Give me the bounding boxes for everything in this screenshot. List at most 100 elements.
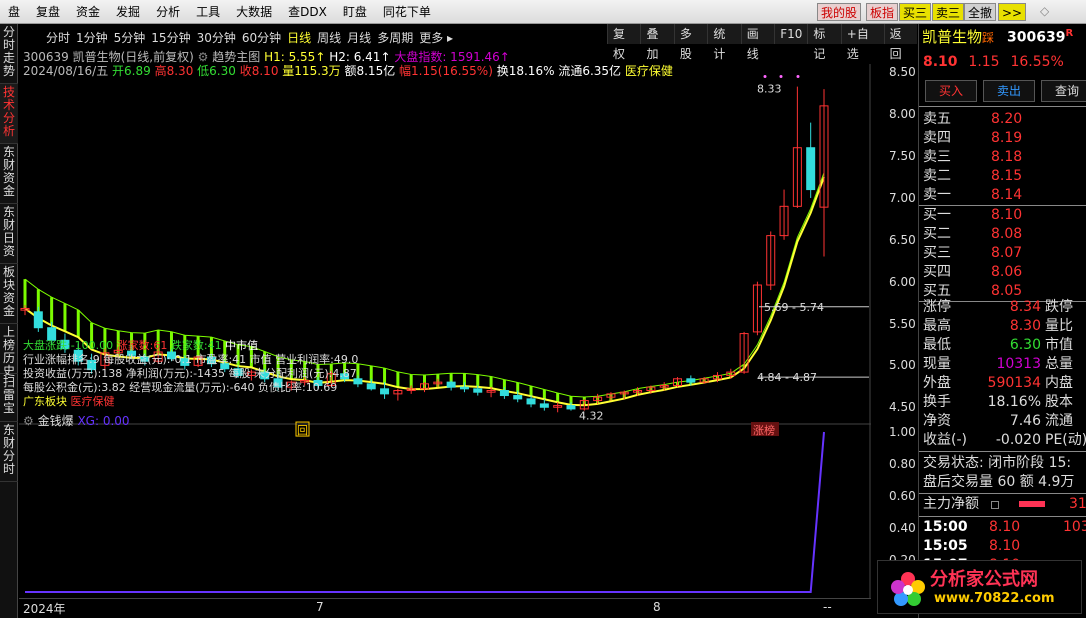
signal-dot [779,75,783,79]
watermark-logo: 分析家公式网 www.70822.com [877,560,1082,614]
stat-row-3: 现量 10313 总量 [923,356,1073,372]
mid-annotation: 5.69 - 5.74 [764,301,824,314]
tab-eastmoney-daily[interactable]: 东财日资 [0,204,18,264]
period-weekly[interactable]: 周线 [314,28,344,48]
sell-button[interactable]: 卖出 [983,80,1035,102]
period-5min[interactable]: 5分钟 [111,28,149,48]
time-label-end: -- [823,600,832,614]
menu-item-ddx[interactable]: 查DDX [280,0,335,24]
menu-bar: 盘 复盘 资金 发掘 分析 工具 大数据 查DDX 盯盘 同花下单 我的股 板指… [0,0,1086,24]
price-tick-label: 6.50 [889,232,916,247]
menu-item-fenxi[interactable]: 分析 [148,0,188,24]
tab-board-history[interactable]: 上榜历史 [0,324,18,378]
period-more[interactable]: 更多 ▸ [416,28,456,48]
period-intraday[interactable]: 分时 [43,28,73,48]
menu-item-fupan[interactable]: 复盘 [28,0,68,24]
current-quote: 8.10 1.15 16.55% [923,54,1064,70]
board-index-button[interactable]: 板指 [866,3,899,21]
f10-button[interactable]: F10 [774,24,807,44]
menu-item-0[interactable]: 盘 [0,0,28,24]
cancel-all-button[interactable]: 全撤 [964,3,997,21]
period-60min[interactable]: 60分钟 [239,28,284,48]
time-label-aug: 8 [653,600,661,614]
fundamentals-line-4: 每股公积金(元):3.82 经营现金流量(万元):-640 负债比率:10.69 [23,381,338,394]
tab-technical[interactable]: 技术分析 [0,84,18,144]
period-30min[interactable]: 30分钟 [194,28,239,48]
sub-indicator-name[interactable]: 金钱爆 [38,414,74,428]
menu-item-dingpan[interactable]: 盯盘 [335,0,375,24]
candle-body [499,390,509,397]
sell-level-2[interactable]: 卖二 8.15 [923,167,1083,186]
restore-rights-button[interactable]: 复权 [607,24,640,61]
menu-item-fajue[interactable]: 发掘 [108,0,148,24]
period-daily[interactable]: 日线 [284,28,314,48]
buy-button[interactable]: 买入 [925,80,977,102]
tab-eastmoney-fund[interactable]: 东财资金 [0,144,18,204]
query-button[interactable]: 查询 [1041,80,1086,102]
tick-row: 15:05 8.10 [923,538,1021,554]
candlestick-chart[interactable]: 8.33 5.69 - 5.74 4.84 - 4.87 4.32 涨榜 回 [19,64,871,599]
period-monthly[interactable]: 月线 [344,28,374,48]
period-15min[interactable]: 15分钟 [148,28,193,48]
price-tick-label: 7.50 [889,149,916,164]
menu-item-xiadan[interactable]: 同花下单 [375,0,439,24]
candle-body [806,147,816,191]
window-restore-icon[interactable]: ◇ [1040,4,1056,20]
tab-eastmoney-intraday[interactable]: 东财分时 [0,422,18,482]
menu-item-zijin[interactable]: 资金 [68,0,108,24]
period-1min[interactable]: 1分钟 [73,28,111,48]
chart-area[interactable]: 分时 1分钟 5分钟 15分钟 30分钟 60分钟 日线 周线 月线 多周期 更… [19,24,917,618]
sub-tick-label: 0.60 [889,489,916,503]
price-tick-label: 5.50 [889,316,916,331]
overlay-button[interactable]: 叠加 [640,24,673,61]
buy-level-4[interactable]: 买四 8.06 [923,263,1083,282]
statistics-button[interactable]: 统计 [707,24,740,61]
stat-row-2: 最低 6.30 市值 [923,337,1073,353]
sub-indicator-value: XG: 0.00 [77,414,130,428]
sell-level-4[interactable]: 卖四 8.19 [923,129,1083,148]
add-watchlist-button[interactable]: +自选 [840,24,884,61]
down-count: 跌家数:41 [170,339,222,352]
up-count: 涨家数:61 [116,339,168,352]
stat-row-5: 换手 18.16% 股本 [923,394,1073,410]
more-quick-button[interactable]: >> [998,3,1027,21]
buy-three-button[interactable]: 买三 [899,3,932,21]
menu-item-dashuju[interactable]: 大数据 [228,0,280,24]
buy-level-2[interactable]: 买二 8.08 [923,225,1083,244]
flow-toggle-icon[interactable] [991,501,999,509]
fundamentals-line-3: 投资收益(万元):138 净利润(万元):-1435 每股 未分配利润(元):4… [23,367,357,380]
stat-row-6: 净资 7.46 流通 [923,413,1073,429]
candle-body [459,386,469,390]
fundamentals-line-2: 行业涨幅排名:9 每股收益(元):-0.1 市盈率:41 市值 营业利润率:49… [23,353,359,366]
sell-level-5[interactable]: 卖五 8.20 [923,110,1083,129]
chart-toolbar: 复权 叠加 多股 统计 画线 F10 标记 +自选 返回 [607,24,917,61]
quote-panel: 凯普生物踩 300639R 8.10 1.15 16.55% 买入 卖出 查询 … [877,24,1086,618]
high-annotation: 8.33 [757,83,782,96]
tab-mine-sweeper[interactable]: 扫雷宝 [0,374,18,422]
signal-dot [763,75,767,79]
sub-tick-label: 0.40 [889,521,916,535]
sell-level-1[interactable]: 卖一 8.14 [923,186,1083,205]
buy-level-1[interactable]: 买一 8.10 [923,206,1083,225]
draw-line-button[interactable]: 画线 [740,24,774,61]
multi-stock-button[interactable]: 多股 [673,24,707,61]
industry-sector: 医疗保健 [70,395,115,408]
price-tick-label: 4.50 [889,400,916,415]
time-axis: 2024年 7 8 -- [19,598,871,616]
time-label-year: 2024年 [23,602,66,616]
sell-level-3[interactable]: 卖三 8.18 [923,148,1083,167]
limit-up-badge: 涨榜 [753,423,775,437]
market-change: 大盘涨跌:-100.00 [23,339,114,352]
price-tick-label: 6.00 [889,274,916,289]
my-stocks-button[interactable]: 我的股 [817,3,862,21]
menu-item-gongju[interactable]: 工具 [188,0,228,24]
back-button[interactable]: 返回 [883,24,917,61]
mark-button[interactable]: 标记 [807,24,840,61]
sell-three-button[interactable]: 卖三 [932,3,965,21]
buy-level-3[interactable]: 买三 8.07 [923,244,1083,263]
tab-sector-fund[interactable]: 板块资金 [0,264,18,324]
trade-buttons: 买入 卖出 查询 [925,80,1086,102]
period-multi[interactable]: 多周期 [374,28,416,48]
tab-intraday[interactable]: 分时走势 [0,24,18,84]
sub-gear-icon[interactable]: ⚙ [23,414,34,428]
